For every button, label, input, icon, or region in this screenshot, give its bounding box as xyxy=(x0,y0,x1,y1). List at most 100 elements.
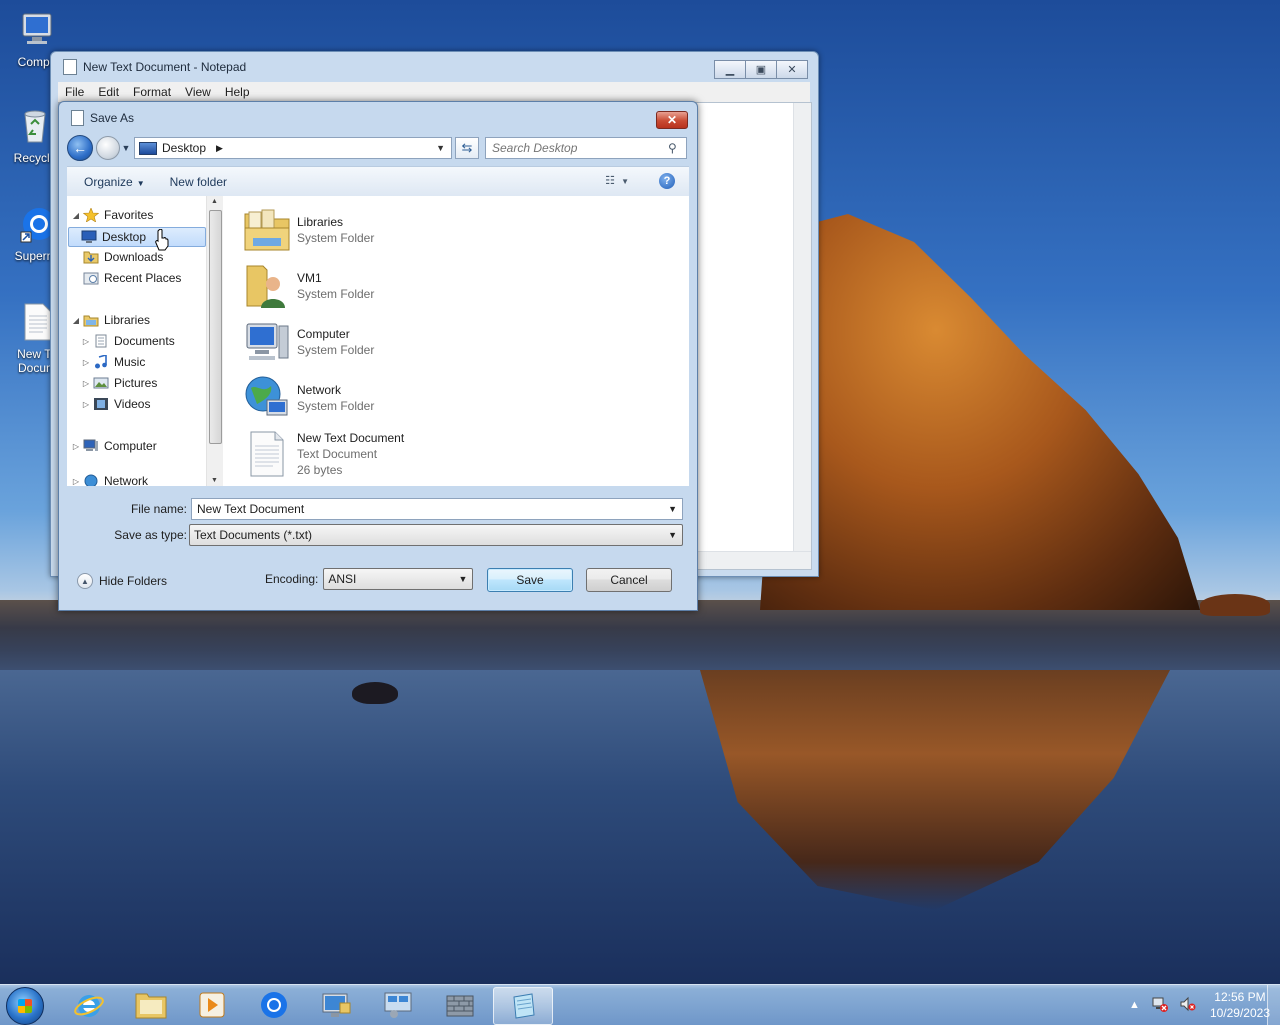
clock[interactable]: 12:56 PM 10/29/2023 xyxy=(1210,989,1270,1021)
encoding-select[interactable]: ANSI ▼ xyxy=(323,568,474,590)
search-box[interactable]: ⚲ xyxy=(485,137,687,159)
nav-label: Recent Places xyxy=(104,271,182,285)
taskbar-notepad[interactable] xyxy=(493,987,553,1025)
scroll-up-icon[interactable]: ▲ xyxy=(211,198,218,205)
brick-wall-icon xyxy=(446,995,474,1017)
organize-label: Organize xyxy=(84,175,133,189)
navigation-pane-scrollbar[interactable]: ▲ ▼ xyxy=(206,196,224,486)
taskbar-control-panel[interactable] xyxy=(369,987,427,1023)
encoding-row: Encoding: ANSI ▼ xyxy=(265,568,474,590)
menu-view[interactable]: View xyxy=(178,85,218,99)
save-button[interactable]: Save xyxy=(487,568,573,592)
expand-arrow-icon[interactable]: ▷ xyxy=(81,379,91,388)
volume-icon[interactable] xyxy=(1180,996,1196,1015)
notepad-icon xyxy=(63,59,77,75)
network-status-icon[interactable] xyxy=(1152,996,1168,1015)
file-name-combobox[interactable]: ▼ xyxy=(191,498,683,520)
volume-muted-icon xyxy=(1180,996,1196,1011)
nav-item-computer[interactable]: ▷ Computer xyxy=(71,437,157,455)
file-item-computer[interactable]: Computer System Folder xyxy=(243,318,374,366)
file-type: System Folder xyxy=(297,399,375,413)
show-desktop-button[interactable] xyxy=(1267,985,1280,1025)
address-dropdown-icon[interactable]: ▼ xyxy=(436,143,445,153)
nav-item-pictures[interactable]: ▷ Pictures xyxy=(81,374,157,392)
collapse-arrow-icon[interactable]: ◢ xyxy=(71,316,81,325)
menu-edit[interactable]: Edit xyxy=(91,85,126,99)
collapse-arrow-icon[interactable]: ◢ xyxy=(71,211,81,220)
menu-help[interactable]: Help xyxy=(218,85,257,99)
nav-item-music[interactable]: ▷ Music xyxy=(81,353,145,371)
save-as-dialog: Save As ✕ ← ▼ Desktop ▶ ▼ ⇆ ⚲ Organize▼ … xyxy=(58,101,698,611)
nav-item-documents[interactable]: ▷ Documents xyxy=(81,332,175,350)
file-item-network[interactable]: Network System Folder xyxy=(243,374,374,422)
taskbar-firewall[interactable] xyxy=(431,987,489,1023)
expand-arrow-icon[interactable]: ▷ xyxy=(81,400,91,409)
menu-file[interactable]: File xyxy=(58,85,91,99)
recent-places-icon xyxy=(83,272,99,285)
nav-item-favorites[interactable]: ◢ Favorites xyxy=(71,206,153,224)
expand-arrow-icon[interactable]: ▷ xyxy=(71,442,81,451)
organize-button[interactable]: Organize ▼ xyxy=(67,175,153,189)
scrollbar-thumb[interactable] xyxy=(209,210,222,444)
search-input[interactable] xyxy=(486,140,664,156)
downloads-folder-icon xyxy=(83,251,99,264)
notepad-menubar: File Edit Format View Help xyxy=(58,82,810,102)
nav-item-desktop[interactable]: Desktop xyxy=(68,227,206,247)
menu-format[interactable]: Format xyxy=(126,85,178,99)
expand-arrow-icon[interactable]: ▷ xyxy=(71,477,81,486)
file-item-new-text-document[interactable]: New Text Document Text Document 26 bytes xyxy=(243,430,404,478)
network-icon xyxy=(245,376,288,416)
chevron-down-icon: ▼ xyxy=(621,177,629,186)
save-as-type-select[interactable]: Text Documents (*.txt) ▼ xyxy=(189,524,683,546)
address-breadcrumb-desktop[interactable]: Desktop xyxy=(162,141,206,155)
forward-button[interactable] xyxy=(96,136,120,160)
start-button[interactable] xyxy=(6,987,44,1025)
file-name-row: File name: ▼ xyxy=(69,498,683,520)
dialog-close-button[interactable]: ✕ xyxy=(656,111,688,129)
taskbar-internet-explorer[interactable] xyxy=(60,987,118,1023)
maximize-button[interactable]: ▣ xyxy=(745,60,777,79)
taskbar-remote-desktop[interactable] xyxy=(307,987,365,1023)
show-hidden-icons-arrow-icon[interactable]: ▲ xyxy=(1129,999,1140,1011)
nav-label: Network xyxy=(104,474,149,486)
file-name: Computer xyxy=(297,327,350,341)
breadcrumb-chevron-icon[interactable]: ▶ xyxy=(216,143,223,154)
cancel-button[interactable]: Cancel xyxy=(586,568,672,592)
star-icon xyxy=(83,208,99,222)
notepad-vertical-scrollbar[interactable] xyxy=(793,103,811,551)
change-view-button[interactable]: ☷ ▼ xyxy=(605,174,629,187)
expand-arrow-icon[interactable]: ▷ xyxy=(81,358,91,367)
control-panel-icon xyxy=(384,992,412,1018)
hide-folders-button[interactable]: ▲ Hide Folders xyxy=(77,573,167,589)
file-item-libraries[interactable]: Libraries System Folder xyxy=(243,206,374,254)
notepad-titlebar[interactable]: New Text Document - Notepad xyxy=(51,52,818,82)
back-button[interactable]: ← xyxy=(67,135,93,161)
hand-cursor-icon xyxy=(155,229,169,251)
new-folder-button[interactable]: New folder xyxy=(153,175,235,189)
nav-item-downloads[interactable]: Downloads xyxy=(81,248,163,266)
address-bar[interactable]: Desktop ▶ ▼ xyxy=(134,137,452,159)
notepad-icon xyxy=(513,993,535,1019)
wallpaper-small-rock-2 xyxy=(1200,594,1270,616)
file-name-input[interactable] xyxy=(192,501,659,517)
recent-locations-dropdown[interactable]: ▼ xyxy=(120,143,132,153)
notepad-close-button[interactable]: ✕ xyxy=(776,60,808,79)
taskbar-file-explorer[interactable] xyxy=(122,987,180,1023)
network-icon xyxy=(84,474,98,486)
expand-arrow-icon[interactable]: ▷ xyxy=(81,337,91,346)
dialog-titlebar[interactable]: Save As xyxy=(59,102,697,134)
chevron-down-icon[interactable]: ▼ xyxy=(668,504,677,514)
file-item-vm1[interactable]: VM1 System Folder xyxy=(243,262,374,310)
minimize-button[interactable]: ▁ xyxy=(714,60,746,79)
taskbar-media-player[interactable] xyxy=(183,987,241,1023)
nav-item-libraries[interactable]: ◢ Libraries xyxy=(71,311,150,329)
address-row: ← ▼ Desktop ▶ ▼ ⇆ ⚲ xyxy=(67,135,689,161)
nav-item-videos[interactable]: ▷ Videos xyxy=(81,395,151,413)
taskbar-browser[interactable] xyxy=(245,987,303,1023)
refresh-button[interactable]: ⇆ xyxy=(455,137,479,159)
nav-item-recent-places[interactable]: Recent Places xyxy=(81,269,181,287)
help-button[interactable]: ? xyxy=(659,173,675,189)
nav-item-network[interactable]: ▷ Network xyxy=(71,472,148,486)
scroll-down-icon[interactable]: ▼ xyxy=(211,477,218,484)
navigation-pane: ◢ Favorites Desktop Downloads Recent Pla… xyxy=(67,196,222,486)
